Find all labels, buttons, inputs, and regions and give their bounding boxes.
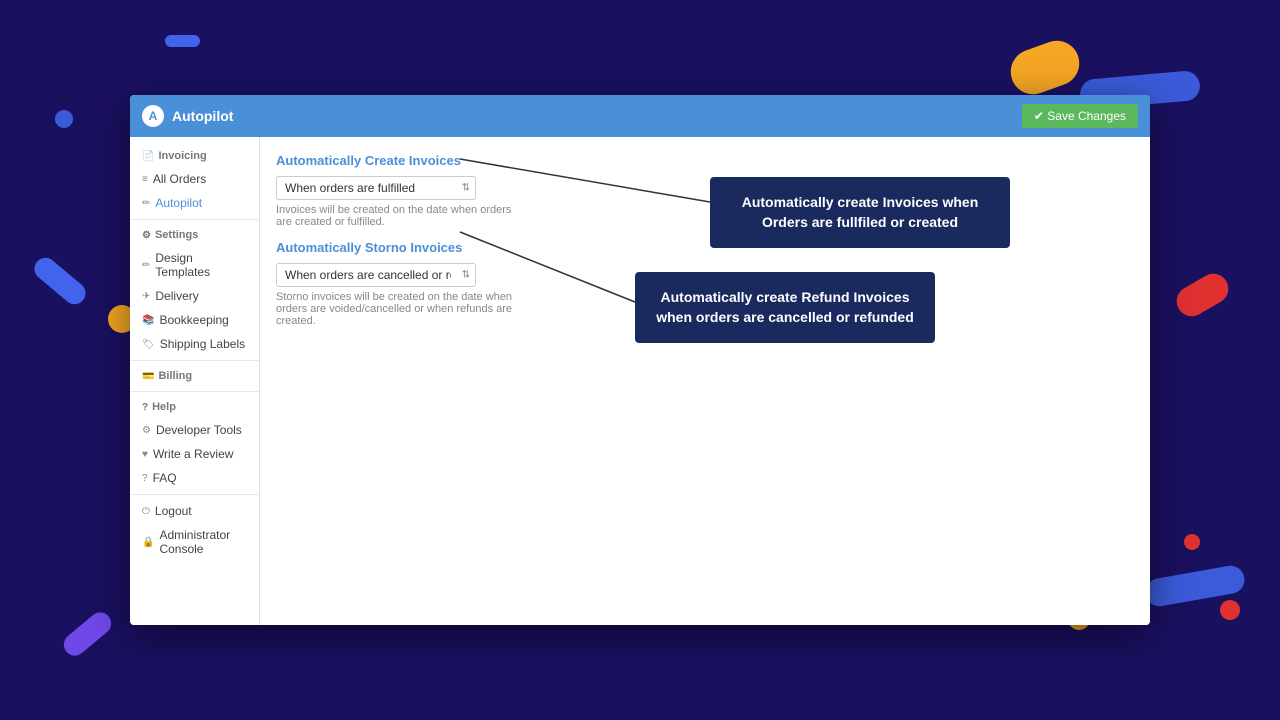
review-icon: ♥ [142, 449, 148, 460]
save-changes-button[interactable]: ✔ Save Changes [1022, 104, 1138, 128]
storno-invoices-description: Storno invoices will be created on the d… [276, 291, 516, 327]
bg-shape-blue-dot-tl [55, 110, 73, 128]
tooltip-box-1: Automatically create Invoices when Order… [710, 177, 1010, 248]
sidebar-divider-4 [130, 494, 259, 495]
create-invoices-select[interactable]: When orders are fulfilled [276, 176, 476, 200]
sidebar-item-developer-tools[interactable]: ⚙ Developer Tools [130, 418, 259, 442]
autopilot-icon: ✏ [142, 198, 150, 209]
settings-icon: ⚙ [142, 230, 151, 241]
main-content: Automatically Create Invoices When order… [260, 137, 1150, 625]
sidebar-item-logout[interactable]: ⏻ Logout [130, 499, 259, 523]
create-invoices-description: Invoices will be created on the date whe… [276, 204, 516, 228]
admin-icon: 🔒 [142, 537, 154, 548]
delivery-icon: ✈ [142, 291, 150, 302]
app-window: A Autopilot ✔ Save Changes 📄 Invoicing ≡… [130, 95, 1150, 625]
storno-invoices-select-wrapper: When orders are cancelled or refunded [276, 263, 476, 287]
sidebar-settings-section: ⚙ Settings [130, 224, 259, 246]
sidebar-item-write-review[interactable]: ♥ Write a Review [130, 442, 259, 466]
header-bar: A Autopilot ✔ Save Changes [130, 95, 1150, 137]
bg-shape-purple-blob [59, 608, 115, 660]
create-invoices-title: Automatically Create Invoices [276, 153, 1134, 168]
tooltip-box-2: Automatically create Refund Invoices whe… [635, 272, 935, 343]
bg-shape-pink-circle2 [1184, 534, 1200, 550]
sidebar-invoicing-section: 📄 Invoicing [130, 145, 259, 167]
design-templates-icon: ✏ [142, 260, 150, 271]
billing-icon: 💳 [142, 371, 154, 382]
faq-icon: ? [142, 473, 148, 484]
bg-shape-pink-circle [1220, 600, 1240, 620]
bg-shape-blue-sm-left [30, 253, 90, 308]
app-title: Autopilot [172, 108, 233, 124]
sidebar-item-faq[interactable]: ? FAQ [130, 466, 259, 490]
bg-shape-blue-squig-top [165, 35, 200, 47]
header-left: A Autopilot [142, 105, 233, 127]
storno-invoices-select[interactable]: When orders are cancelled or refunded [276, 263, 476, 287]
sidebar-item-shipping-labels[interactable]: 🏷 Shipping Labels [130, 332, 259, 356]
sidebar-divider-3 [130, 391, 259, 392]
sidebar-item-admin-console[interactable]: 🔒 Administrator Console [130, 523, 259, 561]
invoicing-icon: 📄 [142, 151, 154, 162]
dev-tools-icon: ⚙ [142, 425, 151, 436]
create-invoices-select-wrapper: When orders are fulfilled [276, 176, 476, 200]
sidebar-divider-1 [130, 219, 259, 220]
sidebar-item-bookkeeping[interactable]: 📚 Bookkeeping [130, 308, 259, 332]
sidebar-billing-section: 💳 Billing [130, 365, 259, 387]
sidebar-help-section: ? Help [130, 396, 259, 418]
logout-icon: ⏻ [142, 506, 150, 517]
sidebar-divider-2 [130, 360, 259, 361]
help-icon: ? [142, 402, 148, 413]
sidebar: 📄 Invoicing ≡ All Orders ✏ Autopilot ⚙ S… [130, 137, 260, 625]
app-body: 📄 Invoicing ≡ All Orders ✏ Autopilot ⚙ S… [130, 137, 1150, 625]
all-orders-icon: ≡ [142, 174, 148, 185]
bg-shape-red [1171, 268, 1234, 321]
autopilot-logo-icon: A [142, 105, 164, 127]
sidebar-item-design-templates[interactable]: ✏ Design Templates [130, 246, 259, 284]
sidebar-item-all-orders[interactable]: ≡ All Orders [130, 167, 259, 191]
shipping-icon: 🏷 [142, 339, 155, 350]
bg-shape-orange [1004, 34, 1085, 100]
bookkeeping-icon: 📚 [142, 315, 154, 326]
sidebar-item-delivery[interactable]: ✈ Delivery [130, 284, 259, 308]
sidebar-item-autopilot[interactable]: ✏ Autopilot [130, 191, 259, 215]
